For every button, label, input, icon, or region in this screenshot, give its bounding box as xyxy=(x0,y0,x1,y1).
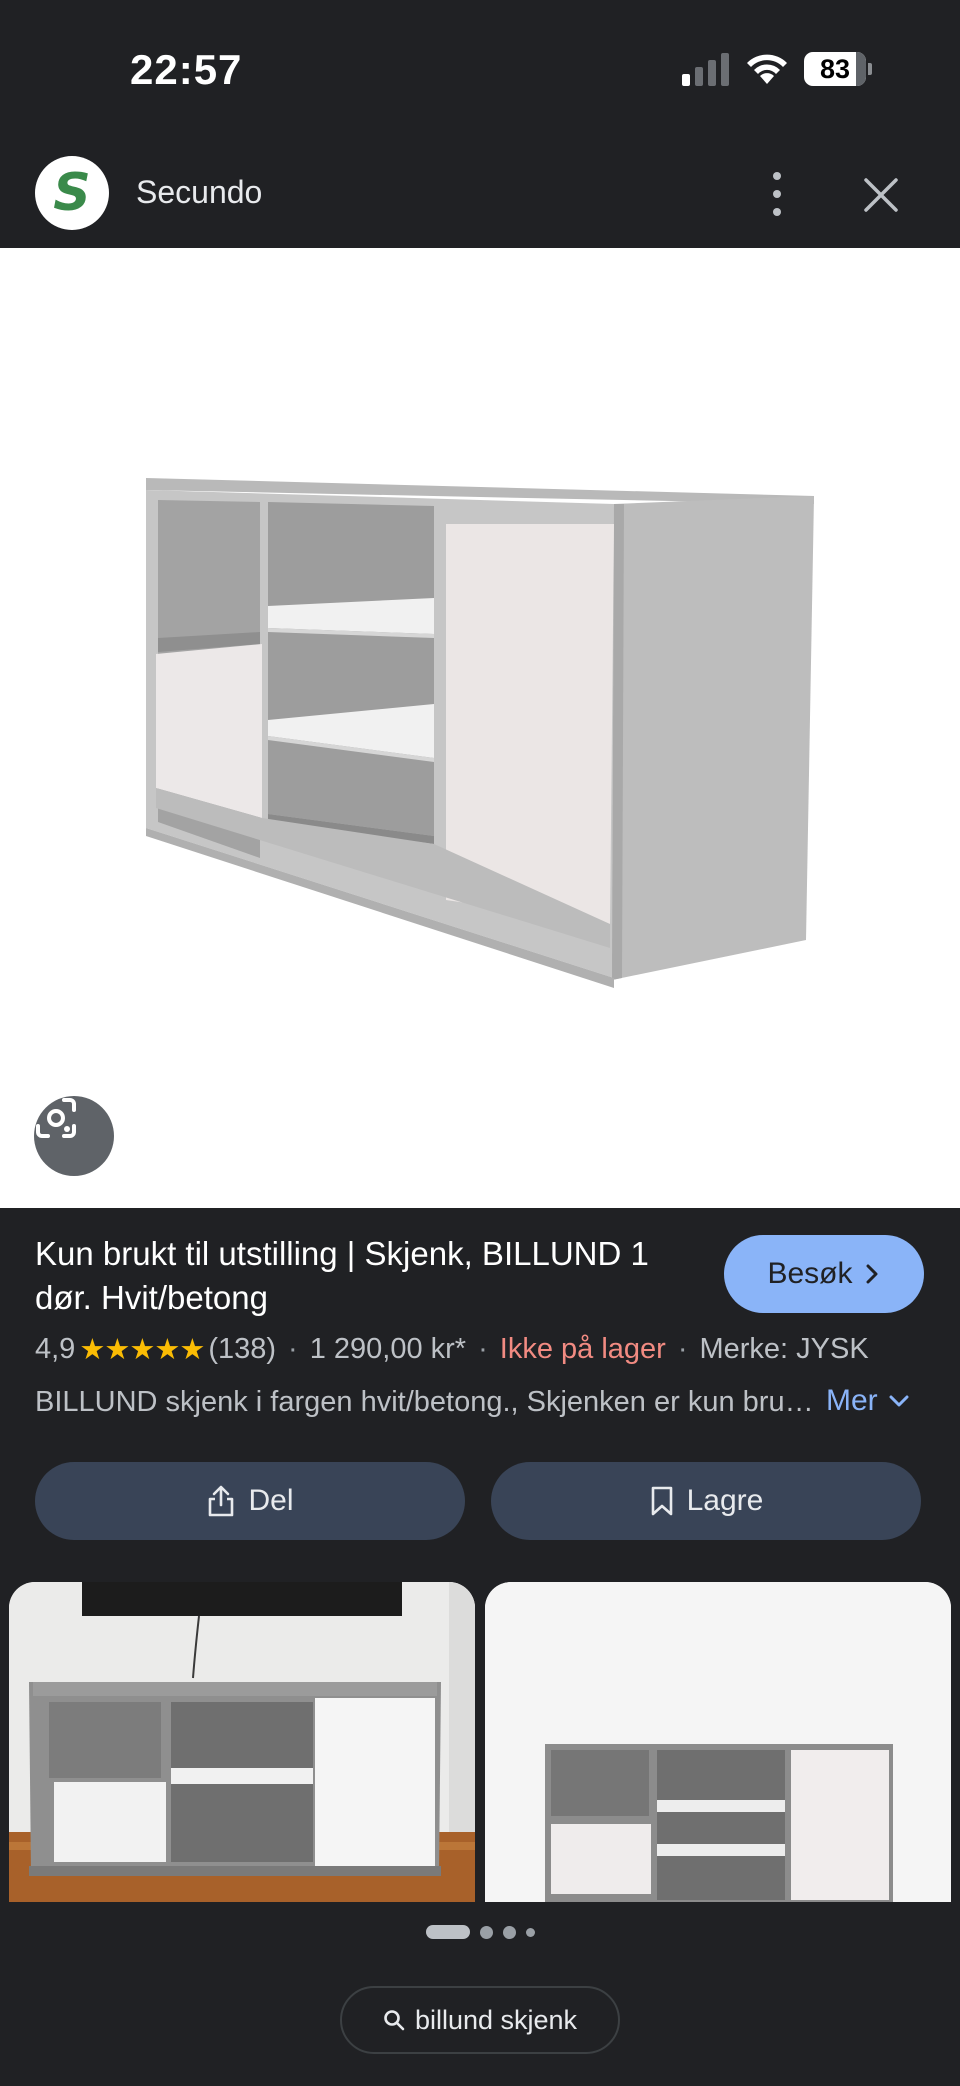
more-vert-icon[interactable] xyxy=(762,166,792,222)
status-time: 22:57 xyxy=(130,46,243,93)
status-bar: 22:57 83 xyxy=(0,0,960,140)
rating-stars: ★★★★★ xyxy=(79,1334,205,1366)
site-logo: S xyxy=(35,156,109,230)
product-title[interactable]: Kun brukt til utstilling | Skjenk, BILLU… xyxy=(35,1232,705,1320)
product-meta: 4,9 ★★★★★ (138) · 1 290,00 kr* · Ikke på… xyxy=(35,1333,869,1366)
lens-button[interactable] xyxy=(34,1096,114,1176)
search-chip[interactable]: billund skjenk xyxy=(340,1986,620,2054)
header: S Secundo xyxy=(0,140,960,248)
related-image[interactable] xyxy=(9,1582,475,1902)
share-button[interactable]: Del xyxy=(35,1462,465,1540)
pagination-dots xyxy=(0,1922,960,1942)
site-name: Secundo xyxy=(136,174,263,210)
signal-icon xyxy=(682,53,729,86)
visit-button[interactable]: Besøk xyxy=(724,1235,924,1313)
product-description: BILLUND skjenk i fargen hvit/betong., Sk… xyxy=(35,1386,815,1418)
related-images xyxy=(0,1582,960,1902)
rating-value: 4,9 xyxy=(35,1333,76,1365)
battery-level: 83 xyxy=(819,53,851,84)
visit-label: Besøk xyxy=(767,1257,853,1290)
site-logo-letter: S xyxy=(53,163,91,223)
save-button[interactable]: Lagre xyxy=(491,1462,921,1540)
page-dot-active xyxy=(425,1925,470,1939)
lens-icon xyxy=(36,1098,76,1138)
related-image[interactable] xyxy=(485,1582,951,1902)
chevron-down-icon xyxy=(889,1395,909,1407)
close-icon[interactable] xyxy=(856,170,906,220)
stock-status: Ikke på lager xyxy=(499,1333,666,1365)
share-icon xyxy=(209,1485,234,1517)
review-count: (138) xyxy=(208,1333,277,1365)
price: 1 290,00 kr* xyxy=(309,1333,467,1365)
brand: Merke: JYSK xyxy=(699,1333,869,1365)
chevron-right-icon xyxy=(866,1264,878,1284)
save-label: Lagre xyxy=(686,1484,764,1517)
page-dot xyxy=(502,1925,516,1939)
page-dot xyxy=(525,1927,535,1937)
sideboard-illustration xyxy=(146,478,814,988)
page-dot xyxy=(479,1925,493,1939)
wifi-icon xyxy=(747,54,787,84)
product-image[interactable] xyxy=(0,248,960,1208)
product-photo xyxy=(485,1582,951,1902)
bookmark-icon xyxy=(651,1486,672,1516)
more-button[interactable]: Mer xyxy=(826,1384,910,1418)
share-label: Del xyxy=(248,1484,294,1517)
battery-icon: 83 xyxy=(804,52,872,86)
search-icon xyxy=(384,2010,405,2031)
room-photo xyxy=(9,1582,475,1902)
more-label: Mer xyxy=(826,1384,878,1417)
search-query: billund skjenk xyxy=(414,2004,578,2035)
